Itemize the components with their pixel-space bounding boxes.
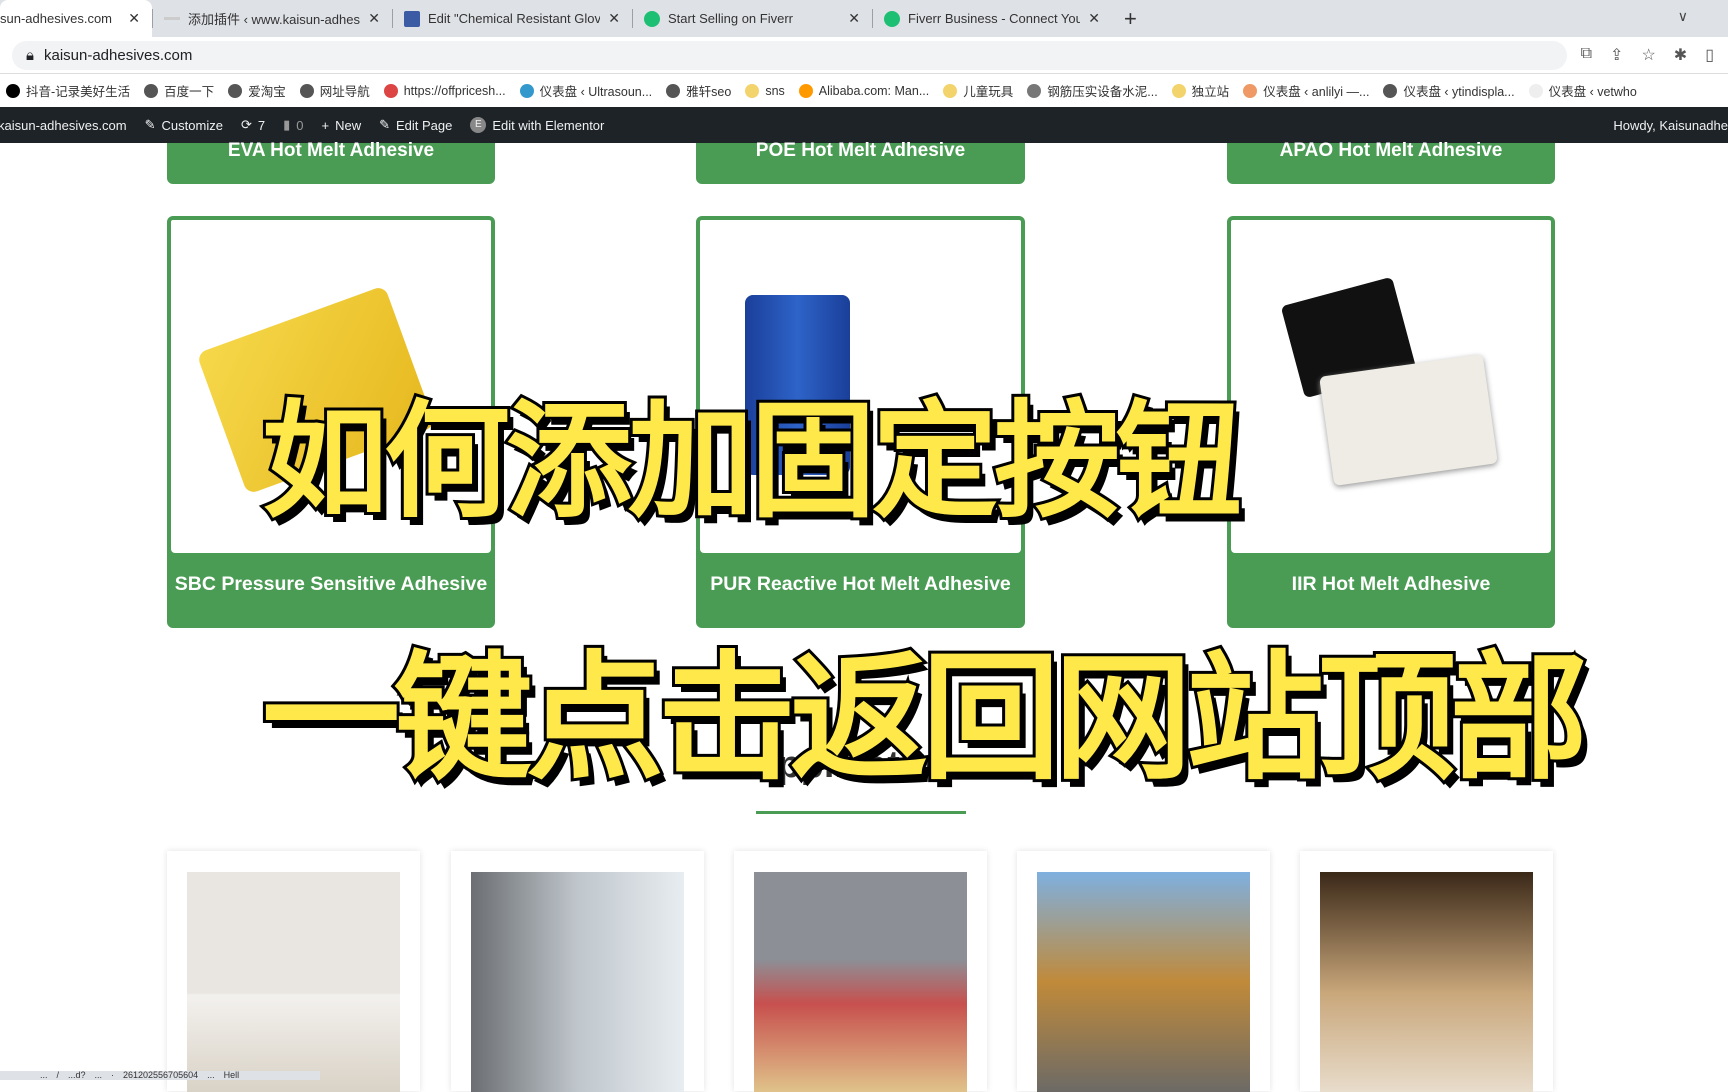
bookmark-item[interactable]: 仪表盘 ‹ ytindispla...: [1383, 81, 1515, 100]
bookmarks-bar: 抖音-记录美好生活 百度一下 爱淘宝 网址导航 https://offpricesh..…: [0, 74, 1728, 107]
application-image: [754, 872, 967, 1092]
brush-icon: ✎: [144, 117, 156, 132]
bookmark-icon: [519, 83, 534, 98]
tab[interactable]: 添加插件 ‹ www.kaisun-adhesiv ✕: [152, 0, 392, 37]
bookmark-item[interactable]: 网址导航: [299, 81, 370, 100]
product-card[interactable]: IIR Hot Melt Adhesive: [1227, 216, 1555, 628]
bookmark-item[interactable]: sns: [745, 83, 785, 98]
application-image: [1320, 872, 1533, 1092]
comments-link[interactable]: ▮ 0: [283, 117, 303, 133]
bookmark-icon: [666, 83, 681, 98]
chevron-down-icon[interactable]: ∨: [1678, 8, 1688, 25]
application-card[interactable]: [1017, 851, 1270, 1092]
close-icon[interactable]: ✕: [848, 10, 860, 27]
bookmark-icon: [1027, 83, 1042, 98]
bookmark-item[interactable]: 仪表盘 ‹ anlilyi —...: [1243, 81, 1369, 100]
sidepanel-icon[interactable]: ▯: [1705, 45, 1714, 65]
application-card[interactable]: [451, 851, 704, 1092]
wp-admin-bar: kaisun-adhesives.com ✎ Customize ⟳ 7 ▮ 0 + N…: [0, 107, 1728, 143]
tab[interactable]: Edit "Chemical Resistant Glove ✕: [392, 0, 632, 37]
close-icon[interactable]: ✕: [368, 10, 380, 27]
bookmark-icon: [383, 83, 398, 98]
howdy-user[interactable]: Howdy, Kaisunadhe: [1613, 118, 1728, 133]
application-image: [187, 872, 400, 1092]
tab[interactable]: Start Selling on Fiverr ✕: [632, 0, 872, 37]
fiverr-icon: [884, 10, 900, 27]
new-tab-button[interactable]: +: [1112, 6, 1149, 32]
updates-link[interactable]: ⟳ 7: [241, 117, 265, 133]
product-image: [1231, 220, 1551, 553]
application-image: [471, 872, 684, 1092]
application-image: [1037, 872, 1250, 1092]
tab[interactable]: Fiverr Business - Connect Your ✕: [872, 0, 1112, 37]
lock-icon: 🔒︎: [26, 47, 34, 64]
elementor-icon: E: [470, 117, 487, 133]
overlay-title-line2: 一键点击返回网站顶部: [259, 635, 1591, 802]
heading-divider: [756, 811, 966, 814]
bookmark-item[interactable]: 钢筋压实设备水泥...: [1027, 81, 1158, 100]
application-card[interactable]: [167, 851, 420, 1092]
fiverr-icon: [644, 10, 660, 27]
tab-bar: sun-adhesives.com ✕ 添加插件 ‹ www.kaisun-adh…: [0, 0, 1728, 37]
close-icon[interactable]: ✕: [128, 10, 140, 27]
status-bar-url: ... / ...d? ... · 261202556705604 ... He…: [0, 1071, 320, 1080]
address-bar: 🔒︎ kaisun-adhesives.com ⧉ ⇪ ☆ ✱ ▯: [0, 37, 1728, 74]
translate-icon[interactable]: ⧉: [1581, 45, 1592, 65]
comment-icon: ▮: [283, 117, 291, 132]
bookmark-item[interactable]: 儿童玩具: [943, 81, 1013, 100]
star-icon[interactable]: ☆: [1641, 45, 1655, 65]
url-input[interactable]: 🔒︎ kaisun-adhesives.com: [12, 41, 1567, 70]
wp-icon: [164, 17, 180, 20]
bookmark-icon: [943, 83, 958, 98]
plus-icon: +: [321, 117, 330, 133]
bookmark-icon: [6, 83, 20, 98]
customize-link[interactable]: ✎ Customize: [145, 117, 223, 133]
bookmark-icon: [144, 83, 159, 98]
application-card[interactable]: [734, 851, 987, 1092]
bookmark-icon: [745, 83, 760, 98]
tab-active[interactable]: sun-adhesives.com ✕: [0, 0, 152, 37]
bookmark-item[interactable]: https://offpricesh...: [383, 83, 506, 98]
bookmark-icon: [299, 83, 314, 98]
refresh-icon: ⟳: [240, 117, 252, 132]
bookmark-icon: [1528, 83, 1543, 98]
site-link[interactable]: kaisun-adhesives.com: [0, 118, 127, 133]
bookmark-icon: [798, 83, 813, 98]
new-link[interactable]: + New: [321, 118, 361, 133]
extensions-icon[interactable]: ✱: [1674, 45, 1687, 65]
product-card[interactable]: APAO Hot Melt Adhesive: [1227, 140, 1555, 184]
close-icon[interactable]: ✕: [608, 10, 620, 27]
edit-page-link[interactable]: ✎ Edit Page: [379, 117, 452, 133]
overlay-title-line1: 如何添加固定按钮: [259, 385, 1245, 538]
bookmark-item[interactable]: Alibaba.com: Man...: [798, 83, 929, 98]
close-icon[interactable]: ✕: [1088, 10, 1100, 27]
plugin-icon: [404, 10, 420, 27]
pencil-icon: ✎: [379, 117, 390, 132]
application-card[interactable]: [1300, 851, 1553, 1092]
bookmark-item[interactable]: 仪表盘 ‹ vetwho: [1528, 81, 1637, 100]
elementor-link[interactable]: E Edit with Elementor: [470, 117, 604, 133]
bookmark-item[interactable]: 独立站: [1171, 81, 1229, 100]
bookmark-icon: [1243, 83, 1258, 98]
bookmark-icon: [1383, 83, 1398, 98]
bookmark-item[interactable]: 仪表盘 ‹ Ultrasoun...: [519, 81, 652, 100]
bookmark-icon: [1171, 83, 1186, 98]
bookmark-item[interactable]: 抖音-记录美好生活: [6, 81, 130, 100]
bookmark-icon: [228, 83, 243, 98]
bookmark-item[interactable]: 百度一下: [144, 81, 214, 100]
bookmark-item[interactable]: 爱淘宝: [228, 81, 286, 100]
product-card[interactable]: POE Hot Melt Adhesive: [696, 140, 1025, 184]
share-icon[interactable]: ⇪: [1610, 45, 1623, 65]
bookmark-item[interactable]: 雅轩seo: [666, 81, 731, 100]
product-card[interactable]: EVA Hot Melt Adhesive: [167, 140, 495, 184]
